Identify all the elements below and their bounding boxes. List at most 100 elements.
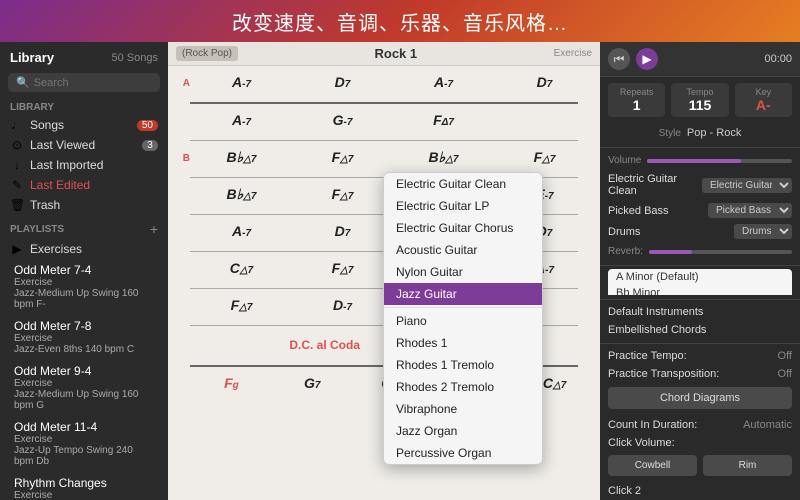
dropdown-item-percorgan[interactable]: Percussive Organ (384, 442, 542, 464)
back-button[interactable]: ⏮ (608, 48, 630, 70)
chord-4-2: F△7 (293, 184, 392, 206)
chord-2: D7 (293, 72, 392, 94)
volume-fill (647, 159, 741, 163)
row-marker-b: B (174, 153, 190, 164)
chord-5-1: A-7 (192, 221, 291, 243)
sheet-row-2: A-7 G-7 FΔ7 (174, 110, 594, 132)
right-panel: ⏮ ▶ 00:00 Repeats 1 Tempo 115 Key A- Sty… (600, 42, 800, 500)
song-item-odd-meter-94[interactable]: Odd Meter 9-4 Exercise Jazz-Medium Up Sw… (4, 360, 164, 415)
last-edited-label: Last Edited (30, 178, 158, 192)
key-label: Key (741, 87, 786, 97)
sheet-row-1: A A-7 D7 A-7 D7 (174, 72, 594, 94)
transport-bar: ⏮ ▶ 00:00 (600, 42, 800, 77)
last-imported-label: Last Imported (30, 158, 158, 172)
last-edited-icon: ✎ (10, 178, 24, 192)
rim-button[interactable]: Rim (703, 455, 792, 476)
repeats-label: Repeats (614, 87, 659, 97)
style-row: Style Pop - Rock (600, 123, 800, 143)
songs-badge: 50 (137, 120, 158, 131)
chord-3-3: B♭△7 (394, 147, 493, 169)
practice-tempo-label: Practice Tempo: (608, 350, 772, 362)
dropdown-item-jazz[interactable]: Jazz Guitar (384, 283, 542, 305)
tempo-value: 115 (677, 97, 722, 113)
key-a-minor[interactable]: A Minor (Default) (608, 269, 792, 285)
dropdown-item-vibraphone[interactable]: Vibraphone (384, 398, 542, 420)
last-viewed-label: Last Viewed (30, 138, 136, 152)
sidebar-item-last-imported[interactable]: ↓ Last Imported (0, 155, 168, 175)
sidebar-item-last-viewed[interactable]: ⊙ Last Viewed 3 (0, 135, 168, 155)
volume-row: Volume (600, 151, 800, 170)
banner-text: 改变速度、音调、乐器、音乐风格… (232, 7, 568, 36)
toggle-embellished-label: Embellished Chords (608, 324, 792, 336)
dropdown-item-egclean[interactable]: Electric Guitar Clean (384, 173, 542, 195)
exercises-label: Exercises (30, 242, 158, 256)
click-volume-row: Click Volume: (600, 434, 800, 452)
practice-tempo-value: Off (778, 350, 792, 362)
chord-2-4 (495, 119, 594, 123)
instr-bass-select[interactable]: Picked Bass (708, 203, 792, 218)
songs-label: Songs (30, 118, 131, 132)
chord-2-1: A-7 (192, 110, 291, 132)
instr-row-bass: Picked Bass Picked Bass (600, 200, 800, 221)
practice-transposition-label: Practice Transposition: (608, 368, 772, 380)
song-item-rhythm-changes[interactable]: Rhythm Changes Exercise Jazz-Medium Up S… (4, 472, 164, 500)
sidebar-item-songs[interactable]: ♩ Songs 50 (0, 115, 168, 135)
count-in-value: Automatic (743, 419, 792, 431)
click2-row: Click 2 (600, 482, 800, 500)
dropdown-item-acoustic[interactable]: Acoustic Guitar (384, 239, 542, 261)
dropdown-item-jazzorgan[interactable]: Jazz Organ (384, 420, 542, 442)
chord-3: A-7 (394, 72, 493, 94)
sidebar-item-exercises[interactable]: ▶ Exercises (0, 239, 168, 259)
trash-icon: 🗑 (10, 198, 24, 212)
dropdown-item-eglp[interactable]: Electric Guitar LP (384, 195, 542, 217)
final-2: G7 (273, 373, 352, 395)
instr-guitar-select[interactable]: Electric Guitar Clean (702, 178, 792, 193)
repeats-box: Repeats 1 (608, 83, 665, 117)
play-button[interactable]: ▶ (636, 48, 658, 70)
style-value: Pop - Rock (687, 127, 741, 139)
instr-row-guitar: Electric Guitar Clean Electric Guitar Cl… (600, 170, 800, 200)
toggle-default-instruments[interactable]: Default Instruments (600, 303, 800, 321)
chord-diagrams-row: Chord Diagrams (600, 383, 800, 416)
song-item-odd-meter-74[interactable]: Odd Meter 7-4 Exercise Jazz-Medium Up Sw… (4, 259, 164, 314)
final-1: Fg (192, 373, 271, 395)
chord-diagrams-button[interactable]: Chord Diagrams (608, 387, 792, 409)
click-volume-label: Click Volume: (608, 437, 792, 449)
instrument-dropdown: Electric Guitar Clean Electric Guitar LP… (383, 172, 543, 465)
sidebar-item-last-edited[interactable]: ✎ Last Edited (0, 175, 168, 195)
reverb-fill (649, 250, 692, 254)
click2-label: Click 2 (608, 485, 792, 497)
cowbell-button[interactable]: Cowbell (608, 455, 697, 476)
last-viewed-icon: ⊙ (10, 138, 24, 152)
instr-bass-name: Picked Bass (608, 205, 704, 217)
key-box: Key A- (735, 83, 792, 117)
library-title: Library (10, 50, 54, 65)
chord-6-1: C△7 (192, 258, 291, 280)
search-input[interactable] (34, 77, 152, 89)
last-viewed-badge: 3 (142, 140, 158, 151)
instr-drums-select[interactable]: Drums (734, 224, 792, 239)
dropdown-item-rhodes1t[interactable]: Rhodes 1 Tremolo (384, 354, 542, 376)
volume-slider[interactable] (647, 159, 792, 163)
click-items-row: Cowbell Rim (600, 452, 800, 482)
instr-drums-name: Drums (608, 226, 730, 238)
dropdown-item-egchorus[interactable]: Electric Guitar Chorus (384, 217, 542, 239)
setting-practice-tempo: Practice Tempo: Off (600, 347, 800, 365)
song-item-odd-meter-114[interactable]: Odd Meter 11-4 Exercise Jazz-Up Tempo Sw… (4, 416, 164, 471)
playlists-add-icon[interactable]: + (150, 221, 158, 237)
volume-label: Volume (608, 155, 641, 166)
toggle-embellished[interactable]: Embellished Chords (600, 321, 800, 339)
dropdown-item-rhodes2t[interactable]: Rhodes 2 Tremolo (384, 376, 542, 398)
dropdown-item-nylon[interactable]: Nylon Guitar (384, 261, 542, 283)
tempo-label: Tempo (677, 87, 722, 97)
chord-2-2: G-7 (293, 110, 392, 132)
song-item-odd-meter-78[interactable]: Odd Meter 7-8 Exercise Jazz-Even 8ths 14… (4, 315, 164, 359)
dropdown-item-rhodes1[interactable]: Rhodes 1 (384, 332, 542, 354)
search-box[interactable]: 🔍 (8, 73, 160, 92)
key-list: A Minor (Default) Bb Minor B Minor C Min… (600, 269, 800, 294)
sidebar-item-trash[interactable]: 🗑 Trash (0, 195, 168, 215)
key-bb-minor[interactable]: Bb Minor (608, 285, 792, 294)
trash-label: Trash (30, 198, 158, 212)
reverb-slider[interactable] (649, 250, 792, 254)
dropdown-item-piano[interactable]: Piano (384, 310, 542, 332)
